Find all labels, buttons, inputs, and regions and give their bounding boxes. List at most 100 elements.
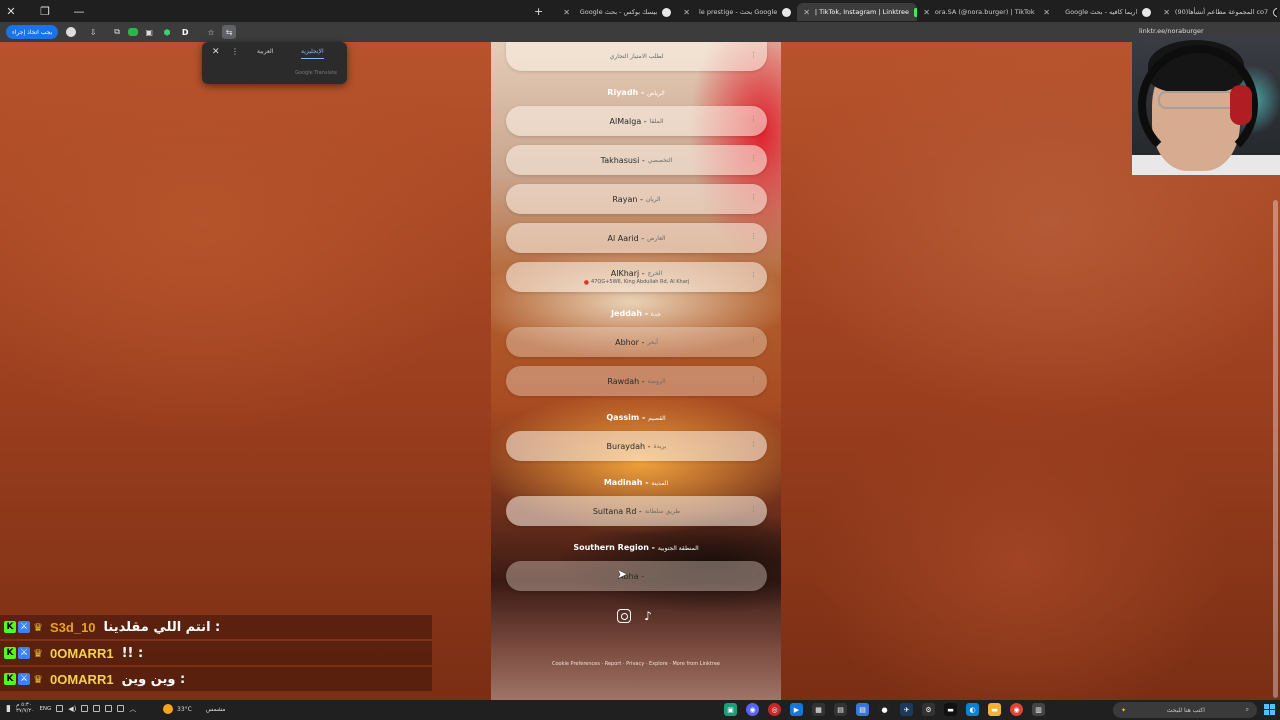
app-icon[interactable]: ◉ <box>746 703 759 716</box>
tiktok-icon[interactable]: ♪ <box>641 609 655 623</box>
more-options-icon[interactable]: ⋮ <box>750 272 757 279</box>
tab-item[interactable]: ✕ ora.SA (@nora.burger) | TikTok <box>917 3 1037 21</box>
page-scrollbar[interactable] <box>1273 200 1278 698</box>
section-heading-qassim: Qassim - القصيم <box>491 413 781 422</box>
link-button-buraydah[interactable]: Buraydah - بريدة ⋮ <box>506 431 767 461</box>
app-icon[interactable]: ▬ <box>988 703 1001 716</box>
weather-widget[interactable]: 33°C مشمس <box>163 704 226 714</box>
tab-close-icon[interactable]: ✕ <box>1163 8 1170 17</box>
clock[interactable]: ٥:٣٠ م ٣٧/٧/٢٠ <box>16 702 34 714</box>
tiktok-icon <box>1273 7 1278 17</box>
more-options-icon[interactable]: ⋮ <box>750 155 757 162</box>
translate-tab-arabic[interactable]: العربية <box>257 48 273 55</box>
app-icon[interactable]: ◎ <box>768 703 781 716</box>
linktree-footer[interactable]: Cookie Preferences · Report · Privacy · … <box>491 661 781 667</box>
app-icon[interactable]: ▦ <box>812 703 825 716</box>
instagram-icon[interactable] <box>617 609 631 623</box>
chat-username[interactable]: 0OMARR1 <box>50 646 114 661</box>
tab-close-icon[interactable]: ✕ <box>803 8 810 17</box>
link-button-alkharj[interactable]: AlKharj - الخرج ● 47QG+5W6, King Abdulla… <box>506 262 767 292</box>
translate-popup: ✕ ⋮ العربية الإنجليزية Google Translate <box>202 42 347 84</box>
chat-username[interactable]: S3d_10 <box>50 620 96 635</box>
link-button-rayan[interactable]: Rayan - الريان ⋮ <box>506 184 767 214</box>
app-icon[interactable]: ▣ <box>724 703 737 716</box>
link-label-ar: العارض <box>647 234 666 242</box>
translate-icon[interactable]: ⇆ <box>222 25 237 39</box>
windows-start-icon[interactable] <box>1264 704 1275 715</box>
app-icon[interactable]: ▤ <box>834 703 847 716</box>
close-window-icon[interactable]: ✕ <box>0 0 22 22</box>
task-view-icon[interactable]: ▥ <box>1032 703 1045 716</box>
relaunch-button[interactable]: يجب اتخاذ إجراء <box>6 25 59 39</box>
more-options-icon[interactable]: ⋮ <box>750 571 757 578</box>
tab-item[interactable]: ✕ le prestige - بحث Google <box>677 3 797 21</box>
more-options-icon[interactable]: ⋮ <box>750 233 757 240</box>
tab-close-icon[interactable]: ✕ <box>563 8 570 17</box>
more-options-icon[interactable]: ⋮ <box>750 506 757 513</box>
more-options-icon[interactable]: ⋮ <box>750 194 757 201</box>
app-icon[interactable]: ✈ <box>900 703 913 716</box>
app-icon[interactable]: ◐ <box>966 703 979 716</box>
tab-close-icon[interactable]: ✕ <box>923 8 930 17</box>
close-icon[interactable]: ✕ <box>212 47 220 57</box>
tray-app-icon[interactable] <box>105 705 113 712</box>
tab-item[interactable]: ✕ Google اريما كافيه - بحث <box>1037 3 1157 21</box>
network-icon[interactable] <box>81 705 89 712</box>
more-options-icon[interactable]: ⋮ <box>750 116 757 123</box>
translate-tab-english[interactable]: الإنجليزية <box>301 48 324 59</box>
tray-app-icon[interactable] <box>117 705 125 712</box>
tab-item[interactable]: ✕ (90)المجموعة مطاعم أنشأها co7 <box>1157 3 1278 21</box>
google-icon <box>782 7 792 17</box>
minimize-window-icon[interactable]: — <box>68 0 90 22</box>
link-label-ar: الملقا <box>649 117 664 125</box>
keyboard-icon[interactable] <box>56 705 64 712</box>
link-button-al-aarid[interactable]: Al Aarid - العارض ⋮ <box>506 223 767 253</box>
app-icon[interactable]: ▬ <box>944 703 957 716</box>
profile-avatar[interactable]: D <box>178 25 192 39</box>
more-options-icon[interactable]: ⋮ <box>750 337 757 344</box>
tab-close-icon[interactable]: ✕ <box>683 8 690 17</box>
subscriber-badge-icon: ⚔ <box>18 621 30 633</box>
downloads-icon[interactable]: ⇩ <box>86 25 100 39</box>
tab-item[interactable]: ✕ Google بيسك بوكس - بحث <box>557 3 677 21</box>
new-tab-button[interactable]: + <box>534 5 543 18</box>
extensions-icon[interactable]: ⧉ <box>110 25 124 39</box>
more-options-icon[interactable]: ⋮ <box>750 52 757 59</box>
restore-window-icon[interactable]: ❐ <box>34 0 56 22</box>
more-options-icon[interactable]: ⋮ <box>750 376 757 383</box>
taskbar-search-box[interactable]: ✦ اكتب هنا للبحث ⌕ <box>1113 702 1257 718</box>
language-indicator[interactable]: ENG <box>39 706 51 712</box>
heading-ar: الرياض <box>647 90 665 97</box>
app-icon[interactable]: ▤ <box>856 703 869 716</box>
chat-username[interactable]: 0OMARR1 <box>50 672 114 687</box>
link-button-sultana-rd[interactable]: Sultana Rd - طريق سلطانة ⋮ <box>506 496 767 526</box>
app-icon[interactable]: ● <box>878 703 891 716</box>
notifications-icon[interactable]: ▮ <box>6 704 11 714</box>
link-button-almalga[interactable]: AlMalga - الملقا ⋮ <box>506 106 767 136</box>
tab-item-active[interactable]: ✕ | TikTok, Instagram | Linktree <box>797 3 918 21</box>
link-button-abhor[interactable]: Abhor - أبحر ⋮ <box>506 327 767 357</box>
chevron-up-icon[interactable]: ︿ <box>129 704 136 714</box>
volume-icon[interactable]: ◀) <box>68 705 76 713</box>
app-icon[interactable]: ⚙ <box>922 703 935 716</box>
app-icon[interactable]: ▶ <box>790 703 803 716</box>
bookmark-star-icon[interactable]: ☆ <box>204 25 218 39</box>
google-icon <box>1142 7 1152 17</box>
menu-dots-icon[interactable]: ⋮ <box>231 47 239 56</box>
link-button-takhasusi[interactable]: Takhasusi - التخصصي ⋮ <box>506 145 767 175</box>
link-button-rawdah[interactable]: Rawdah - الروضة ⋮ <box>506 366 767 396</box>
more-options-icon[interactable]: ⋮ <box>750 441 757 448</box>
shield-icon[interactable]: ⬢ <box>160 25 174 39</box>
extension-green-icon[interactable] <box>128 28 139 36</box>
link-label-en: AlMalga - <box>609 116 647 126</box>
tab-close-icon[interactable]: ✕ <box>1043 8 1050 17</box>
section-heading-madinah: Madinah - المدينة <box>491 478 781 487</box>
menu-dots-icon[interactable] <box>66 27 77 37</box>
chrome-icon[interactable]: ◉ <box>1010 703 1023 716</box>
extension-box-icon[interactable]: ▣ <box>142 25 156 39</box>
battery-icon[interactable] <box>93 705 101 712</box>
heading-en: Jeddah - <box>611 309 649 318</box>
link-button-franchise[interactable]: لطلب الامتياز التجاري ⋮ <box>506 42 767 71</box>
url-bar-text[interactable]: linktr.ee/noraburger <box>1139 27 1204 35</box>
link-button-abha[interactable]: Abha - أبها ⋮ <box>506 561 767 591</box>
